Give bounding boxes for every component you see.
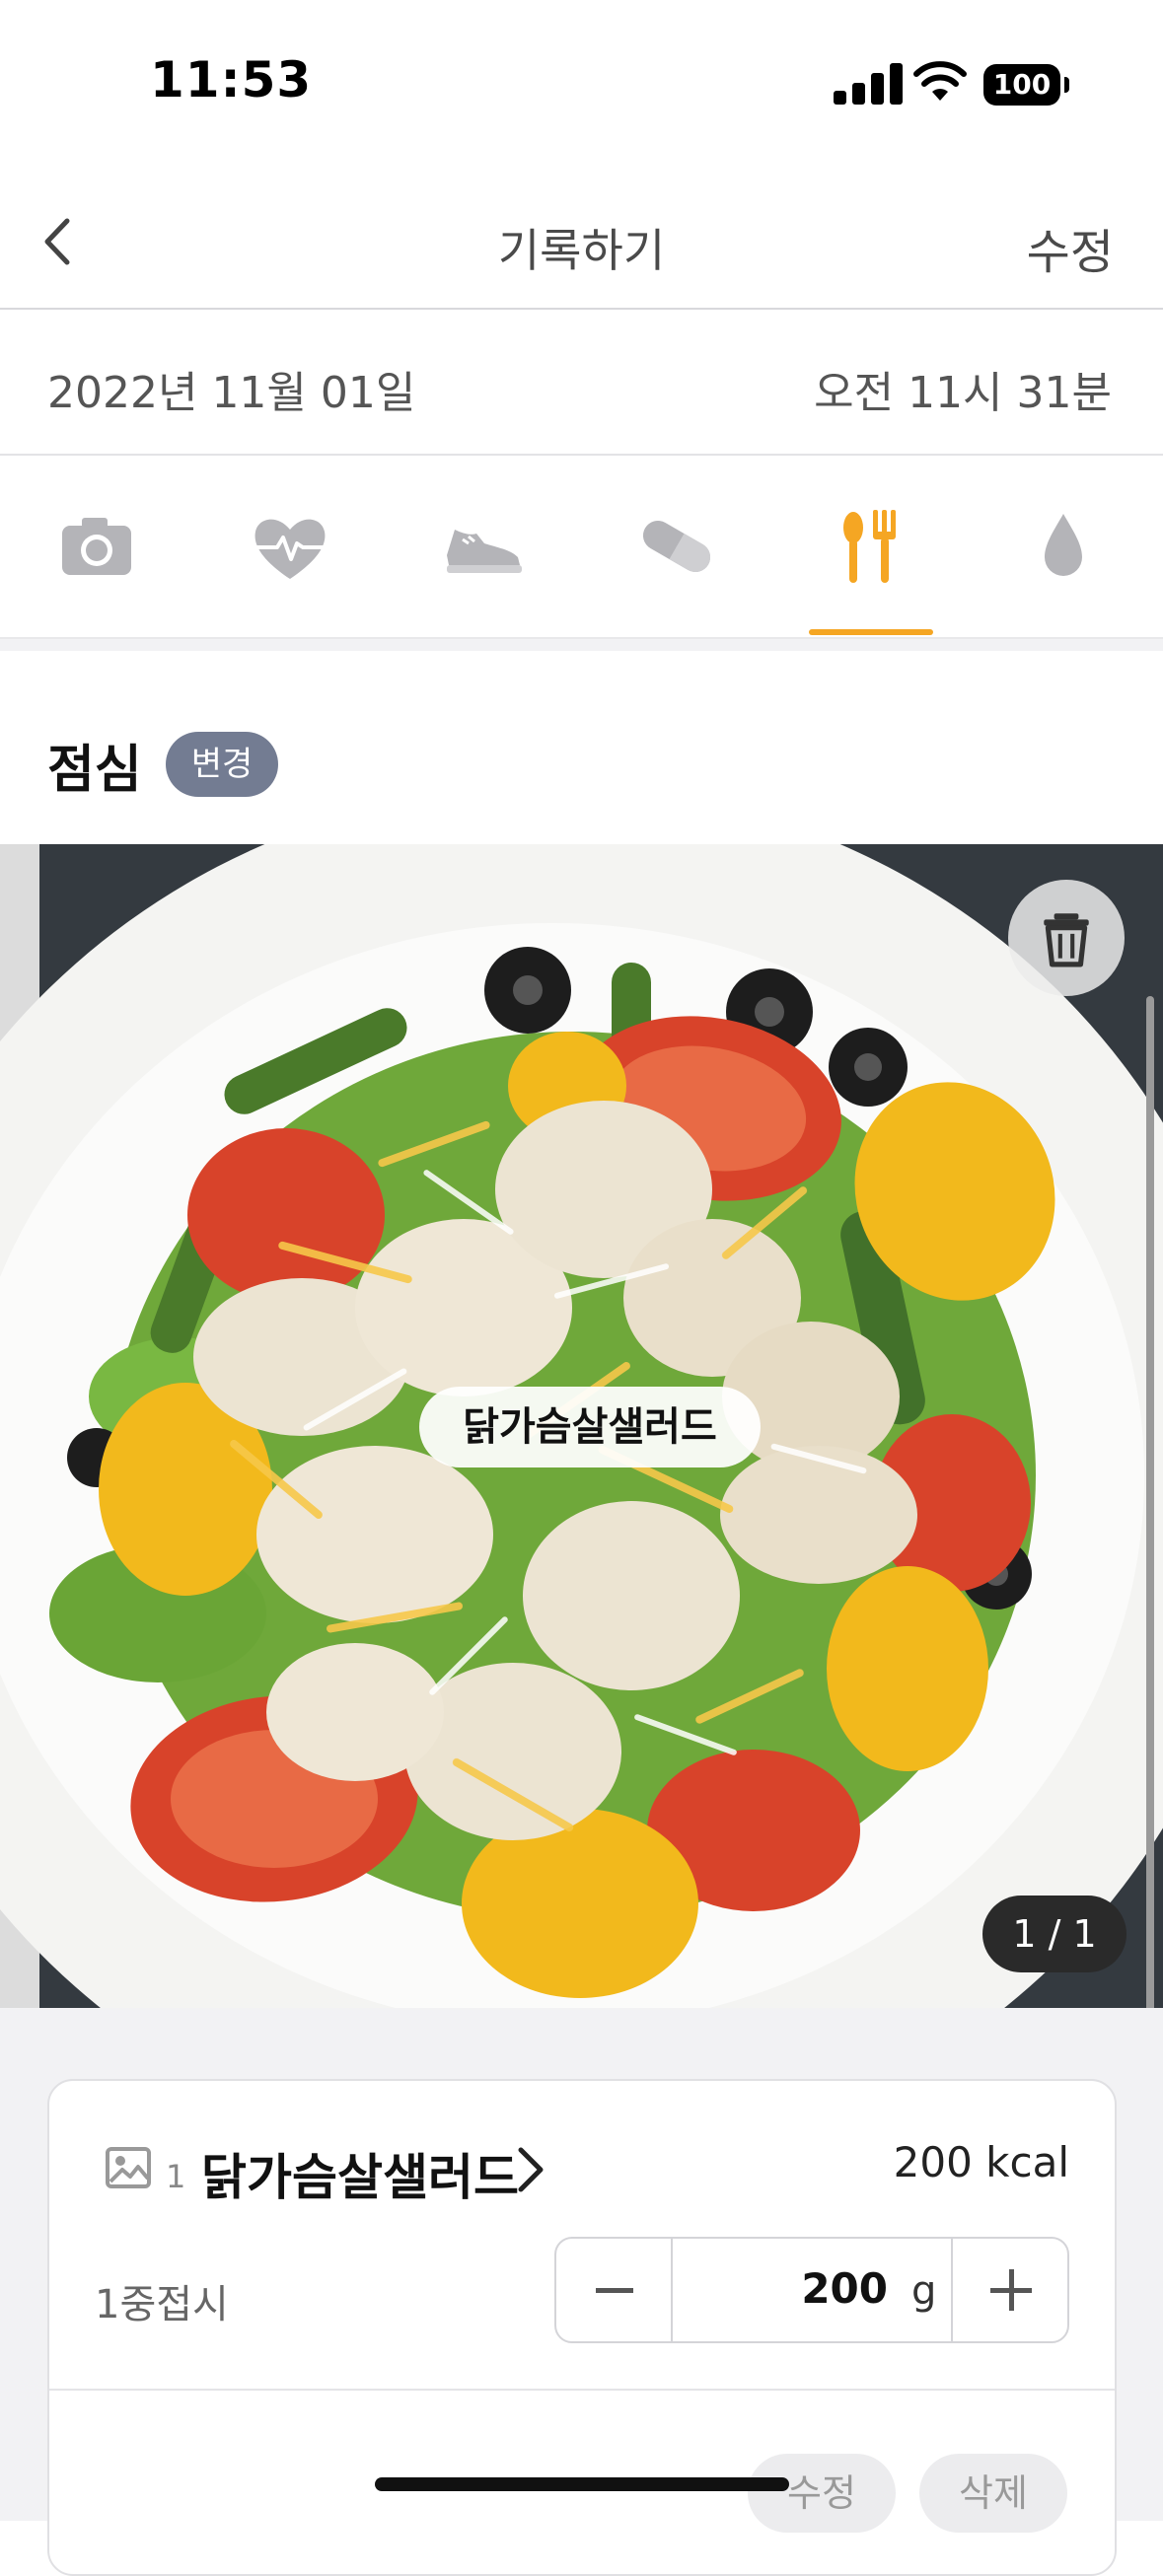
meal-header: 점심 변경 [0,651,1163,844]
wifi-icon [913,61,967,101]
quantity-unit: g [911,2268,937,2314]
food-item-card: 1 닭가슴살샐러드 200 kcal 1중접시 200 g 수정 삭제 [47,2079,1117,2576]
food-item-name[interactable]: 닭가슴살샐러드 [201,2138,519,2209]
edit-button[interactable]: 수정 [1027,213,1114,282]
water-drop-icon [1045,514,1082,576]
section-divider [0,637,1163,651]
food-item-index: 1 [166,2158,186,2195]
category-tabs [0,456,1163,637]
edit-item-button[interactable]: 수정 [748,2454,896,2533]
camera-icon [62,518,131,575]
decrease-button[interactable] [556,2239,673,2341]
change-meal-button[interactable]: 변경 [166,732,278,797]
status-bar: 11:53 100 [0,0,1163,168]
delete-photo-button[interactable] [1008,880,1125,996]
tab-meal[interactable] [773,456,967,637]
tab-medication[interactable] [580,456,773,637]
status-time: 11:53 [150,51,313,108]
meal-type-title: 점심 [47,741,142,800]
nav-bar: 기록하기 수정 [0,168,1163,310]
food-item-calories: 200 kcal [893,2138,1069,2186]
card-divider [49,2389,1115,2391]
tab-health[interactable] [193,456,387,637]
serving-size-label: 1중접시 [95,2282,229,2327]
record-time[interactable]: 오전 11시 31분 [814,357,1112,420]
food-photo[interactable]: 닭가슴살샐러드 1 / 1 [0,844,1163,2008]
tab-water[interactable] [967,456,1160,637]
image-icon [106,2147,151,2188]
trash-icon [1044,913,1089,967]
cellular-signal-icon [834,61,905,105]
food-tag-label[interactable]: 닭가슴살샐러드 [419,1387,761,1467]
page-title: 기록하기 [497,224,666,277]
delete-item-button[interactable]: 삭제 [919,2454,1067,2533]
record-date[interactable]: 2022년 11월 01일 [47,357,415,420]
battery-icon: 100 [983,64,1069,106]
chevron-right-icon[interactable] [513,2142,548,2197]
scrollbar[interactable] [1146,996,1154,2017]
sneaker-icon [447,530,522,573]
increase-button[interactable] [951,2239,1067,2341]
quantity-value[interactable]: 200 [750,2264,888,2313]
quantity-stepper: 200 g [554,2237,1069,2343]
active-tab-indicator [809,629,933,635]
food-items-panel: 1 닭가슴살샐러드 200 kcal 1중접시 200 g 수정 삭제 [0,2008,1163,2576]
pill-icon [642,521,711,572]
fork-spoon-icon [843,510,896,583]
heart-pulse-icon [254,519,326,579]
photo-page-counter: 1 / 1 [982,1896,1127,1972]
tab-photo[interactable] [0,456,193,637]
tab-exercise[interactable] [387,456,580,637]
home-indicator[interactable] [375,2477,789,2491]
record-datetime-row: 2022년 11월 01일 오전 11시 31분 [0,310,1163,456]
